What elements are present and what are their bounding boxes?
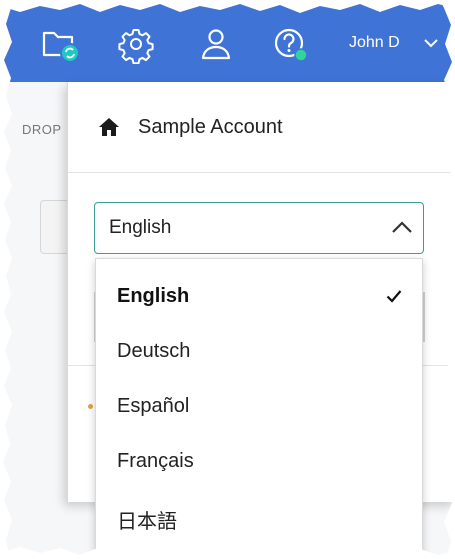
app-page: John D DROP Sample Account English Engli… — [0, 0, 455, 559]
language-select-value: English — [109, 217, 172, 238]
top-nav-bar: John D — [0, 0, 455, 82]
language-select[interactable]: English — [94, 202, 424, 254]
language-options-list: English Deutsch Español Français 日本語 — [95, 258, 423, 559]
home-icon — [99, 118, 119, 136]
user-icon[interactable] — [196, 24, 236, 64]
checkmark-icon — [386, 290, 402, 303]
account-row[interactable]: Sample Account — [68, 82, 455, 173]
account-name: Sample Account — [138, 116, 283, 138]
language-option-japanese[interactable]: 日本語 — [96, 491, 422, 545]
language-option-label: English — [117, 285, 190, 307]
gear-icon[interactable] — [116, 24, 156, 64]
chevron-up-icon — [392, 221, 412, 233]
hidden-control-edge — [423, 292, 425, 342]
language-option-francais[interactable]: Français — [96, 436, 422, 490]
language-option-label: Français — [117, 450, 194, 472]
language-option-espanol[interactable]: Español — [96, 381, 422, 435]
folder-sync-icon[interactable] — [40, 24, 80, 64]
language-option-label: Español — [117, 395, 190, 417]
chevron-down-icon[interactable] — [424, 38, 438, 48]
language-option-label: 日本語 — [117, 511, 177, 533]
language-option-deutsch[interactable]: Deutsch — [96, 326, 422, 380]
background-heading-fragment: DROP — [22, 122, 62, 137]
language-option-label: Deutsch — [117, 340, 191, 362]
user-name[interactable]: John D — [349, 34, 400, 52]
status-dot — [88, 404, 93, 409]
help-icon[interactable] — [270, 24, 310, 64]
language-option-english[interactable]: English — [96, 271, 422, 325]
